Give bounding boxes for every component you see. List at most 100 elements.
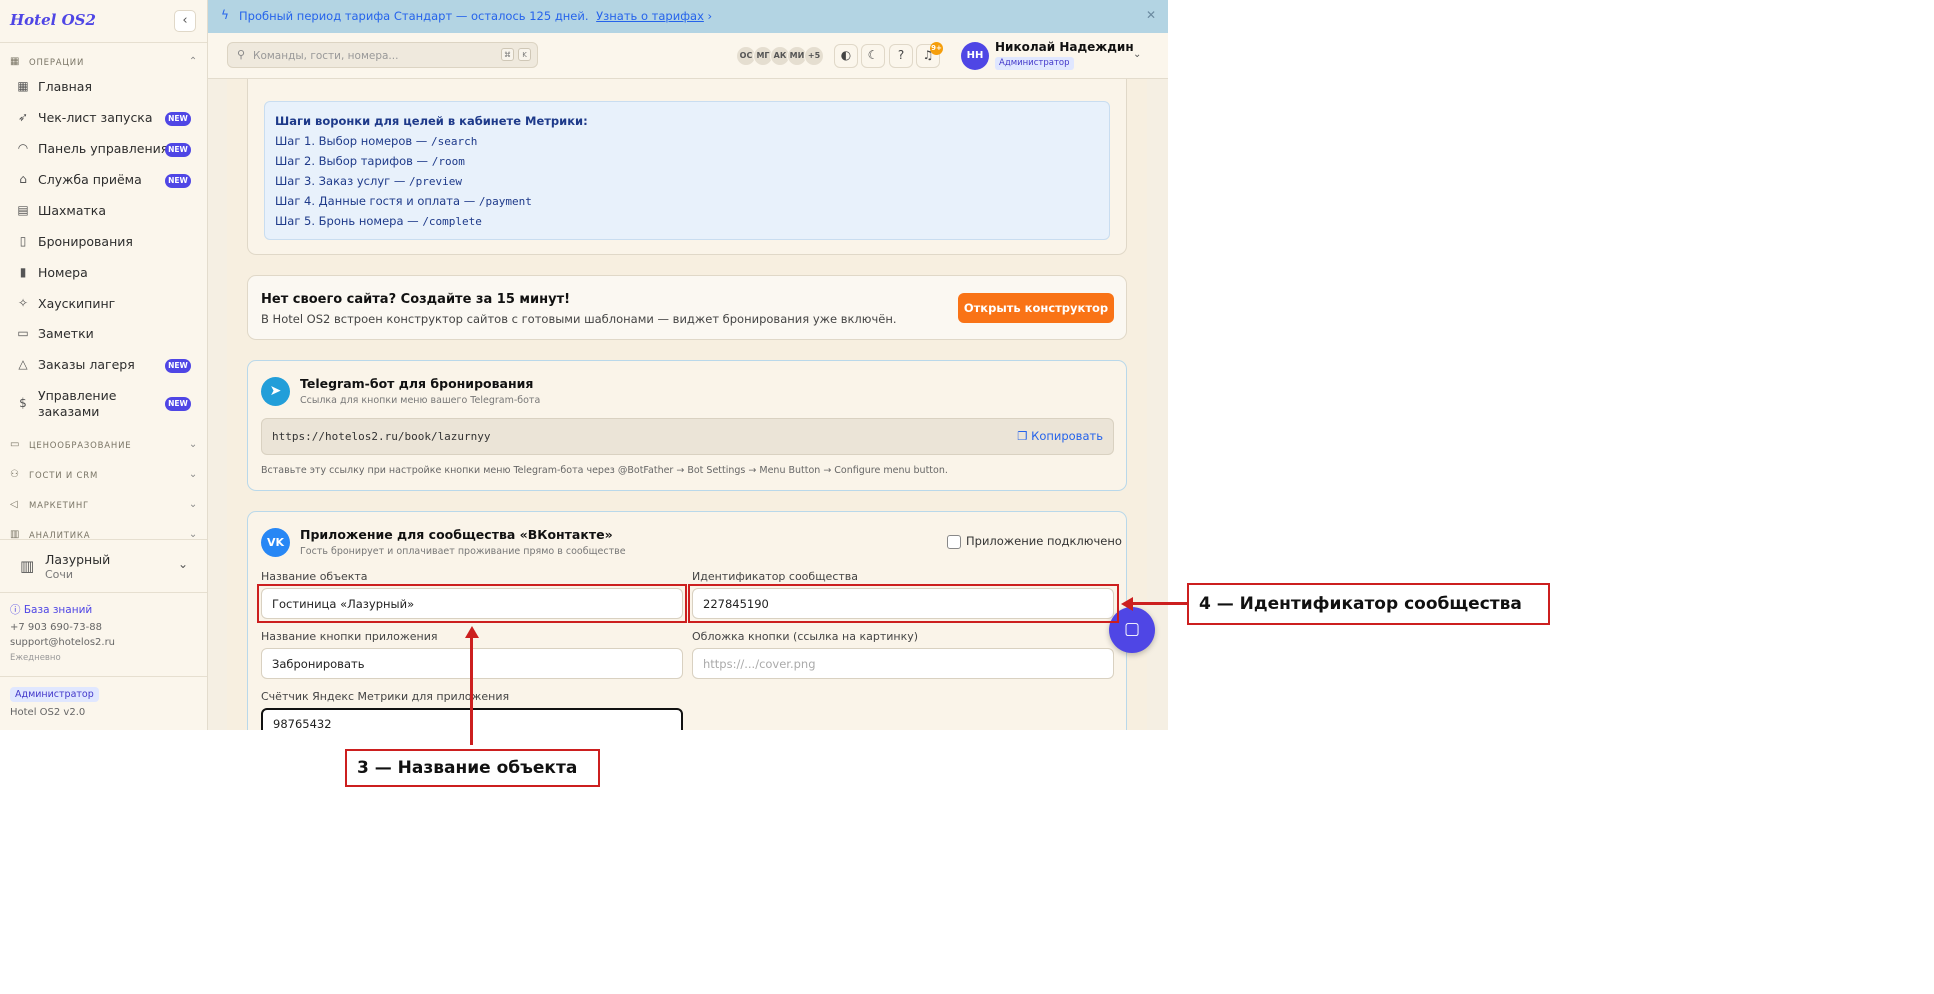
content-column: Шаги воронки для целей в кабинете Метрик… bbox=[227, 79, 1147, 730]
top-header: ⚲ ⌘ K ОС МГ АК МИ +5 ◐ ☾ ? ♫ 9+ НН Никол… bbox=[208, 33, 1168, 79]
trial-text-wrap: Пробный период тарифа Стандарт — осталос… bbox=[239, 9, 712, 23]
sidebar-item-dashboard[interactable]: ◠ Панель управления NEW bbox=[10, 137, 198, 165]
shortcut-key: ⌘ bbox=[501, 48, 514, 61]
funnel-step-text: Шаг 2. Выбор тарифов — bbox=[275, 154, 432, 168]
trial-text: Пробный период тарифа Стандарт — осталос… bbox=[239, 9, 589, 23]
close-icon[interactable]: ✕ bbox=[1146, 8, 1156, 22]
funnel-step-text: Шаг 4. Данные гостя и оплата — bbox=[275, 194, 479, 208]
sidebar-item-label: Номера bbox=[38, 265, 88, 280]
tariffs-link[interactable]: Узнать о тарифах bbox=[596, 9, 704, 23]
section-analytics[interactable]: ▥ АНАЛИТИКА ⌄ bbox=[10, 529, 198, 539]
community-id-label: Идентификатор сообщества bbox=[692, 570, 859, 583]
user-role-badge: Администратор bbox=[995, 57, 1074, 70]
sidebar-item-order-management[interactable]: $ Управление заказами NEW bbox=[10, 384, 198, 422]
cover-url-label: Обложка кнопки (ссылка на картинку) bbox=[692, 630, 919, 643]
building-icon: ▥ bbox=[20, 557, 35, 575]
sidebar-item-chessboard[interactable]: ▤ Шахматка bbox=[10, 199, 198, 227]
knowledge-base-label: База знаний bbox=[23, 604, 93, 616]
sidebar-item-label: Заметки bbox=[38, 326, 94, 341]
funnel-step-text: Шаг 3. Заказ услуг — bbox=[275, 174, 409, 188]
chevron-down-icon[interactable]: ⌄ bbox=[1133, 49, 1141, 60]
search-icon: ⚲ bbox=[237, 48, 246, 61]
new-badge: NEW bbox=[165, 397, 191, 411]
sidebar-item-housekeeping[interactable]: ✧ Хаускипинг bbox=[10, 292, 198, 320]
annotation-arrow-head bbox=[465, 626, 479, 638]
highlight-object-name bbox=[257, 584, 687, 623]
lightning-icon: ϟ bbox=[221, 8, 229, 22]
section-label: ЦЕНООБРАЗОВАНИЕ bbox=[29, 441, 132, 451]
sidebar-item-launch-checklist[interactable]: ➶ Чек-лист запуска NEW bbox=[10, 106, 198, 134]
sidebar-item-label: Управление заказами bbox=[38, 388, 117, 419]
vk-subtitle: Гость бронирует и оплачивает проживание … bbox=[300, 546, 626, 557]
property-city: Сочи bbox=[45, 568, 74, 581]
dark-mode-button[interactable]: ☾ bbox=[861, 44, 885, 68]
new-badge: NEW bbox=[165, 112, 191, 126]
clipboard-icon: ▯ bbox=[19, 234, 27, 248]
grid-icon: ▦ bbox=[10, 56, 21, 67]
support-phone[interactable]: +7 903 690-73-88 bbox=[10, 622, 102, 633]
question-icon: ? bbox=[897, 48, 905, 62]
funnel-step-path: /complete bbox=[422, 215, 482, 228]
user-avatar[interactable]: НН bbox=[961, 42, 989, 70]
section-label: ГОСТИ И CRM bbox=[29, 471, 99, 481]
section-pricing[interactable]: ▭ ЦЕНООБРАЗОВАНИЕ ⌄ bbox=[10, 439, 198, 455]
grid-icon: ▦ bbox=[17, 79, 29, 93]
notification-count: 9+ bbox=[930, 42, 943, 55]
sidebar-item-label: Главная bbox=[38, 79, 92, 94]
section-guests-crm[interactable]: ⚇ ГОСТИ И CRM ⌄ bbox=[10, 469, 198, 485]
tent-icon: △ bbox=[18, 357, 28, 371]
rocket-icon: ➶ bbox=[17, 110, 29, 124]
sidebar-item-front-desk[interactable]: ⌂ Служба приёма NEW bbox=[10, 168, 198, 196]
moon-icon: ☾ bbox=[867, 48, 879, 62]
more-users-avatar[interactable]: +5 bbox=[804, 46, 824, 66]
help-button[interactable]: ? bbox=[889, 44, 913, 68]
search-input[interactable] bbox=[253, 47, 488, 64]
help-circle-icon: ⓘ bbox=[10, 604, 21, 616]
annotation-arrow bbox=[1133, 602, 1187, 605]
knowledge-base-link[interactable]: ⓘ База знаний bbox=[10, 602, 92, 617]
chevron-down-icon: ⌄ bbox=[188, 529, 198, 539]
chevron-down-icon: ⌄ bbox=[188, 499, 198, 510]
support-email[interactable]: support@hotelos2.ru bbox=[10, 637, 115, 648]
sidebar-item-notes[interactable]: ▭ Заметки bbox=[10, 322, 198, 350]
open-builder-button[interactable]: Открыть конструктор bbox=[958, 293, 1114, 323]
bell-icon: ⌂ bbox=[19, 172, 27, 186]
sparkle-icon: ✧ bbox=[17, 296, 29, 310]
property-name: Лазурный bbox=[45, 552, 111, 567]
command-search[interactable]: ⚲ ⌘ K bbox=[227, 42, 538, 68]
site-builder-card: Нет своего сайта? Создайте за 15 минут! … bbox=[247, 275, 1127, 340]
new-badge: NEW bbox=[165, 359, 191, 373]
divider bbox=[0, 42, 207, 43]
property-switcher[interactable]: ▥ Лазурный Сочи ⌄ bbox=[10, 547, 198, 587]
chart-icon: ▥ bbox=[10, 529, 21, 539]
app-version: Hotel OS2 v2.0 bbox=[10, 707, 86, 718]
vk-title: Приложение для сообщества «ВКонтакте» bbox=[300, 527, 613, 542]
sidebar-item-home[interactable]: ▦ Главная bbox=[10, 75, 198, 103]
chevron-down-icon: ⌄ bbox=[177, 557, 188, 571]
sidebar-item-camp-orders[interactable]: △ Заказы лагеря NEW bbox=[10, 353, 198, 381]
theme-palette-button[interactable]: ◐ bbox=[834, 44, 858, 68]
section-label: МАРКЕТИНГ bbox=[29, 501, 90, 511]
site-builder-title: Нет своего сайта? Создайте за 15 минут! bbox=[261, 292, 571, 307]
cover-url-input[interactable] bbox=[692, 648, 1114, 679]
sidebar-item-rooms[interactable]: ▮ Номера bbox=[10, 261, 198, 289]
megaphone-icon: ◁ bbox=[10, 499, 19, 510]
section-label: АНАЛИТИКА bbox=[29, 531, 91, 539]
section-operations[interactable]: ▦ ОПЕРАЦИИ ⌃ bbox=[10, 56, 198, 72]
annotation-arrow bbox=[470, 636, 473, 745]
telegram-link-box: https://hotelos2.ru/book/lazurnyy ❐ Копи… bbox=[261, 418, 1114, 455]
new-badge: NEW bbox=[165, 143, 191, 157]
copy-link-button[interactable]: ❐ Копировать bbox=[1017, 429, 1103, 443]
chevron-left-icon: ‹ bbox=[182, 13, 188, 28]
sidebar-item-label: Чек-лист запуска bbox=[38, 110, 153, 125]
chevron-right-icon: › bbox=[707, 9, 713, 23]
app-connected-label[interactable]: Приложение подключено bbox=[966, 534, 1122, 548]
sidebar-collapse-button[interactable]: ‹ bbox=[174, 10, 196, 32]
sidebar-item-bookings[interactable]: ▯ Бронирования bbox=[10, 230, 198, 258]
section-marketing[interactable]: ◁ МАРКЕТИНГ ⌄ bbox=[10, 499, 198, 515]
app-connected-checkbox[interactable] bbox=[947, 535, 961, 549]
user-name[interactable]: Николай Надеждин bbox=[995, 40, 1134, 54]
door-icon: ▮ bbox=[19, 265, 27, 279]
telegram-link[interactable]: https://hotelos2.ru/book/lazurnyy bbox=[272, 430, 491, 443]
divider bbox=[0, 592, 207, 593]
